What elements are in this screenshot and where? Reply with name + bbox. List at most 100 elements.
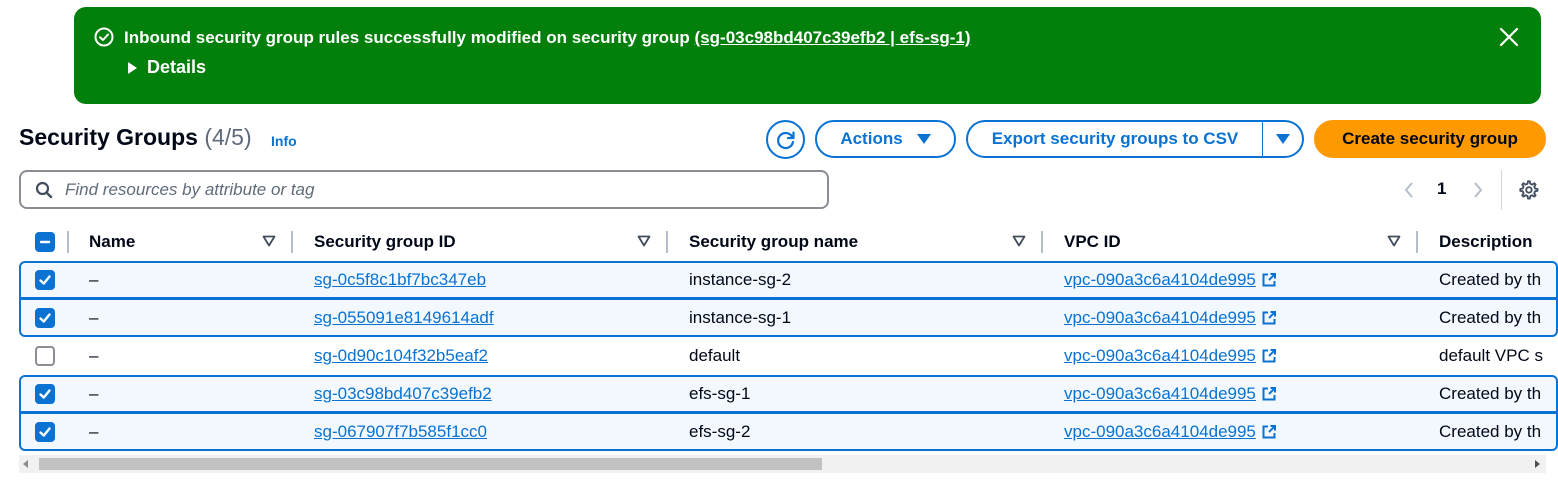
table-row[interactable]: – sg-0d90c104f32b5eaf2 default vpc-090a3c6a… [19,337,1558,375]
sort-icon[interactable] [1012,235,1026,247]
row-description: default VPC s [1439,346,1543,365]
row-security-group-name: efs-sg-1 [689,384,751,403]
row-checkbox[interactable] [35,346,55,366]
row-checkbox[interactable] [35,384,55,404]
column-divider[interactable] [67,231,69,253]
actions-button-label: Actions [840,129,903,148]
search-box[interactable] [19,170,829,209]
export-button-label: Export security groups to CSV [991,129,1239,148]
sort-icon[interactable] [262,235,276,247]
select-all-checkbox-cell[interactable] [35,224,55,260]
row-name: – [89,346,99,365]
previous-page-icon[interactable] [1401,179,1417,201]
column-header-description[interactable]: Description [1439,224,1533,260]
security-group-id-link[interactable]: sg-03c98bd407c39efb2 [314,384,492,404]
vpc-id-link[interactable]: vpc-090a3c6a4104de995 [1064,346,1256,366]
scroll-right-arrow-icon[interactable] [1535,460,1540,468]
page-title: Security Groups (4/5) [19,124,252,151]
external-link-icon[interactable] [1261,310,1277,326]
row-name: – [89,270,99,289]
row-security-group-name: instance-sg-2 [689,270,792,289]
row-description: Created by th [1439,384,1542,403]
pagination-divider [1501,170,1502,210]
search-input[interactable] [65,179,765,200]
close-icon[interactable] [1498,26,1520,48]
security-group-id-link[interactable]: sg-067907f7b585f1cc0 [314,422,487,442]
info-link[interactable]: Info [271,133,297,149]
caret-down-icon [916,134,931,144]
sort-icon[interactable] [1387,235,1401,247]
column-header-security-group-name[interactable]: Security group name [689,224,858,260]
create-security-group-button[interactable]: Create security group [1314,120,1546,158]
security-group-id-link[interactable]: sg-0d90c104f32b5eaf2 [314,346,488,366]
scroll-left-arrow-icon[interactable] [23,460,28,468]
table-row[interactable]: – sg-0c5f8c1bf7bc347eb instance-sg-2 vpc-09… [19,261,1558,299]
flash-security-group-link[interactable]: (sg-03c98bd407c39efb2 | efs-sg-1) [695,28,971,47]
vpc-id-link[interactable]: vpc-090a3c6a4104de995 [1064,384,1256,404]
gear-icon[interactable] [1517,179,1539,201]
column-divider[interactable] [666,231,668,253]
column-divider[interactable] [291,231,293,253]
scrollbar-thumb[interactable] [39,458,822,470]
column-header-vpc-id[interactable]: VPC ID [1064,224,1121,260]
current-page-number[interactable]: 1 [1437,179,1446,199]
checkmark-icon [39,312,51,323]
row-checkbox[interactable] [35,270,55,290]
next-page-icon[interactable] [1470,179,1486,201]
row-security-group-name: default [689,346,741,365]
checkmark-icon [39,275,51,285]
flash-message: Inbound security group rules successfull… [124,27,970,48]
row-checkbox-cell[interactable] [35,377,55,411]
security-group-id-link[interactable]: sg-0c5f8c1bf7bc347eb [314,270,486,290]
column-divider[interactable] [1416,231,1418,253]
row-description: Created by th [1439,270,1542,289]
success-check-icon [94,27,114,47]
sort-icon[interactable] [637,235,651,247]
row-checkbox-cell[interactable] [35,263,55,297]
row-checkbox[interactable] [35,421,55,442]
row-checkbox-cell[interactable] [35,300,55,335]
select-all-checkbox[interactable] [35,232,55,252]
external-link-icon[interactable] [1261,348,1277,364]
checkmark-icon [39,426,51,437]
column-header-name[interactable]: Name [89,224,135,260]
vpc-id-link[interactable]: vpc-090a3c6a4104de995 [1064,270,1256,290]
table-header: Name Security group ID Security group na… [19,224,1558,260]
table-row[interactable]: – sg-067907f7b585f1cc0 efs-sg-2 vpc-090a3c6… [19,413,1558,451]
flash-message-text: Inbound security group rules successfull… [124,28,695,47]
row-name: – [89,307,99,327]
refresh-icon [776,130,795,149]
horizontal-scrollbar[interactable] [19,455,1546,473]
vpc-id-link[interactable]: vpc-090a3c6a4104de995 [1064,308,1256,328]
row-security-group-name: instance-sg-1 [689,307,792,327]
security-group-id-link[interactable]: sg-055091e8149614adf [314,308,494,328]
flash-details-toggle[interactable]: Details [128,57,206,78]
export-csv-button[interactable]: Export security groups to CSV [966,120,1263,158]
caret-down-icon [1275,134,1290,144]
column-divider[interactable] [1041,231,1043,253]
table-row[interactable]: – sg-055091e8149614adf instance-sg-1 vpc-09… [19,299,1558,337]
vpc-id-link[interactable]: vpc-090a3c6a4104de995 [1064,422,1256,442]
page-title-text: Security Groups [19,124,198,150]
export-dropdown-button[interactable] [1262,120,1304,158]
indeterminate-icon [39,240,51,244]
row-name: – [89,421,99,441]
checkmark-icon [39,389,51,399]
row-security-group-name: efs-sg-2 [689,421,751,441]
external-link-icon[interactable] [1261,386,1277,402]
flash-details-label: Details [147,57,207,77]
actions-button[interactable]: Actions [815,120,956,158]
caret-right-icon [128,61,137,74]
external-link-icon[interactable] [1261,272,1277,288]
selection-count: (4/5) [204,124,252,150]
column-header-security-group-id[interactable]: Security group ID [314,224,456,260]
refresh-button[interactable] [766,120,805,159]
row-description: Created by th [1439,307,1542,327]
create-button-label: Create security group [1342,129,1518,148]
row-name: – [89,384,99,403]
row-checkbox-cell[interactable] [35,337,55,375]
row-checkbox[interactable] [35,307,55,328]
external-link-icon[interactable] [1261,424,1277,440]
table-row[interactable]: – sg-03c98bd407c39efb2 efs-sg-1 vpc-090a3c6… [19,375,1558,413]
row-checkbox-cell[interactable] [35,414,55,449]
